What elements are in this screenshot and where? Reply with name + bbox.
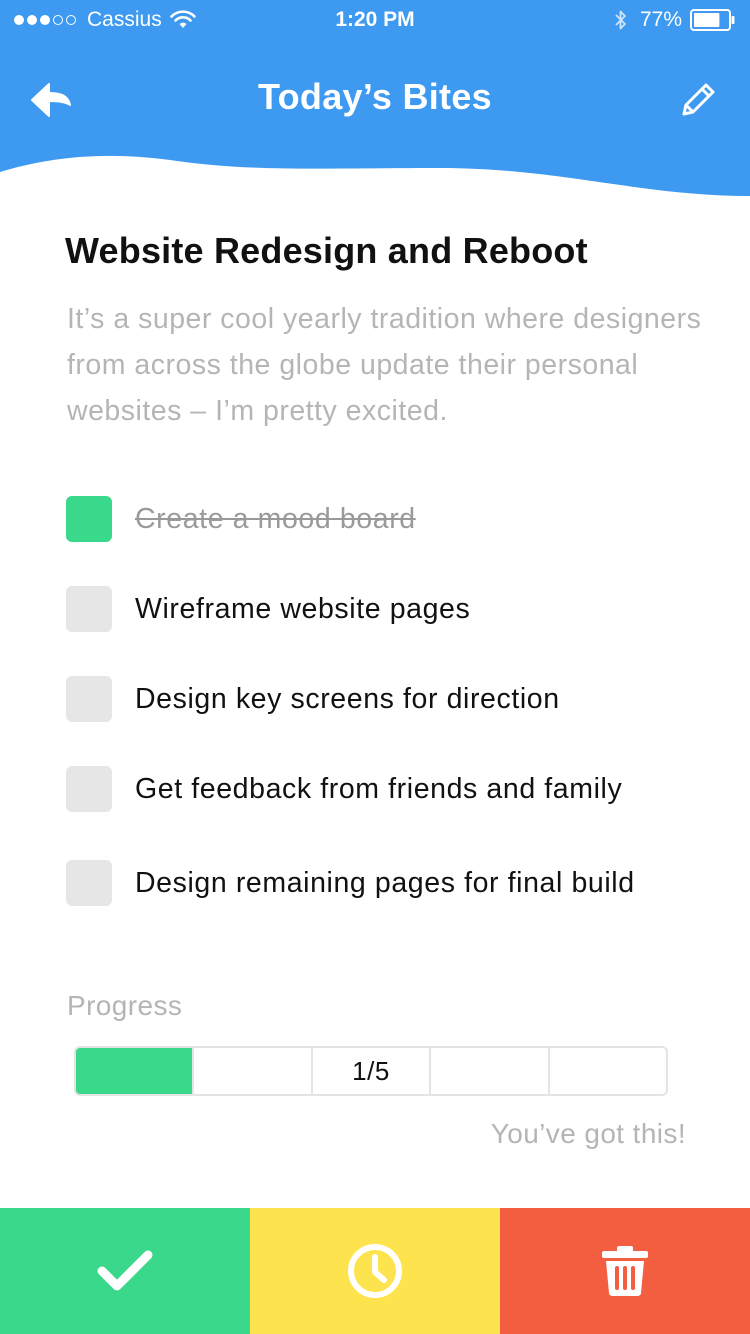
checkbox[interactable] <box>66 586 112 632</box>
bluetooth-icon <box>615 10 626 30</box>
checklist-item[interactable]: Create a mood board <box>66 496 416 542</box>
status-bar: Cassius 1:20 PM 77% <box>0 0 750 40</box>
delete-button[interactable] <box>500 1208 750 1334</box>
checkmark-icon <box>97 1250 153 1291</box>
checkbox[interactable] <box>66 766 112 812</box>
snooze-button[interactable] <box>250 1208 500 1334</box>
progress-label: Progress <box>67 990 183 1021</box>
edit-button[interactable] <box>676 78 720 122</box>
checkbox[interactable] <box>66 860 112 906</box>
progress-message: You’ve got this! <box>490 1118 686 1149</box>
battery-percentage: 77% <box>639 8 682 31</box>
checklist-item-label: Wireframe website pages <box>135 592 471 625</box>
checklist-item[interactable]: Wireframe website pages <box>66 586 470 632</box>
checklist-item[interactable]: Design key screens for direction <box>66 676 560 722</box>
complete-button[interactable] <box>0 1208 250 1334</box>
header: Cassius 1:20 PM 77% Today’s Bites <box>0 0 750 200</box>
checklist-item-label: Design remaining pages for final build <box>135 866 635 899</box>
checklist-item[interactable]: Get feedback from friends and family <box>66 766 622 812</box>
page-title: Today’s Bites <box>258 76 492 117</box>
pencil-icon <box>682 83 715 116</box>
status-right: 77% <box>614 8 736 32</box>
task-title: Website Redesign and Reboot <box>65 230 588 271</box>
checklist-item-label: Get feedback from friends and family <box>135 772 623 805</box>
task-description: It’s a super cool yearly tradition where… <box>67 303 702 427</box>
checkbox[interactable] <box>66 496 112 542</box>
checklist-item[interactable]: Design remaining pages for final build <box>66 860 635 906</box>
progress-count: 1/5 <box>352 1056 390 1086</box>
battery-icon <box>690 9 735 31</box>
checkbox[interactable] <box>66 676 112 722</box>
checklist-item-label: Design key screens for direction <box>135 682 560 715</box>
action-bar <box>0 1208 750 1334</box>
checklist-item-label: Create a mood board <box>135 502 416 535</box>
clock-icon <box>348 1244 402 1298</box>
trash-icon <box>602 1246 648 1296</box>
